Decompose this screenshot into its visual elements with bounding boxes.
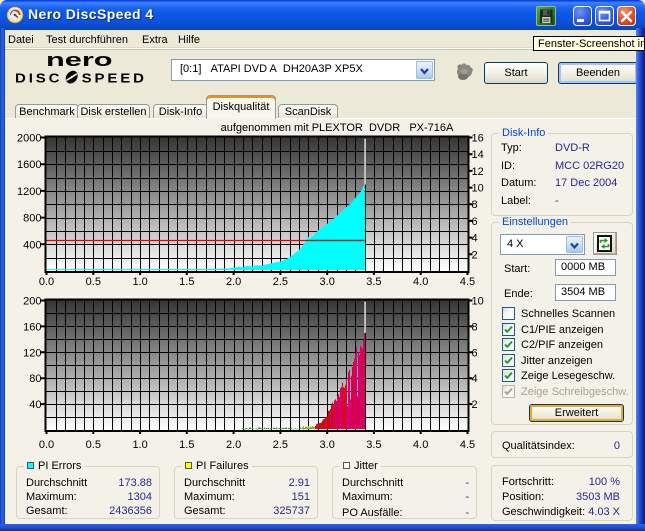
- svg-text:120: 120: [23, 347, 41, 359]
- svg-text:4.5: 4.5: [460, 439, 475, 451]
- svg-text:800: 800: [23, 213, 41, 225]
- svg-text:2000: 2000: [17, 133, 41, 145]
- svg-text:3.0: 3.0: [320, 276, 335, 288]
- svg-text:3.5: 3.5: [366, 276, 381, 288]
- svg-text:40: 40: [29, 399, 41, 411]
- svg-text:200: 200: [23, 296, 41, 308]
- svg-text:160: 160: [23, 321, 41, 333]
- svg-text:10: 10: [472, 296, 484, 308]
- svg-text:1.5: 1.5: [179, 439, 194, 451]
- svg-text:10: 10: [472, 183, 484, 195]
- svg-text:1.0: 1.0: [132, 439, 147, 451]
- svg-text:0.5: 0.5: [86, 276, 101, 288]
- svg-text:14: 14: [472, 149, 484, 161]
- svg-text:0.0: 0.0: [39, 439, 54, 451]
- svg-text:400: 400: [23, 239, 41, 251]
- svg-text:0.0: 0.0: [39, 276, 54, 288]
- svg-text:3.5: 3.5: [366, 439, 381, 451]
- svg-text:2.0: 2.0: [226, 439, 241, 451]
- svg-text:2.5: 2.5: [273, 276, 288, 288]
- svg-text:3.0: 3.0: [320, 439, 335, 451]
- svg-text:80: 80: [29, 373, 41, 385]
- svg-text:4.0: 4.0: [413, 439, 428, 451]
- svg-text:1.5: 1.5: [179, 276, 194, 288]
- svg-text:16: 16: [472, 133, 484, 145]
- svg-text:4.0: 4.0: [413, 276, 428, 288]
- svg-text:12: 12: [472, 166, 484, 178]
- svg-text:0.5: 0.5: [86, 439, 101, 451]
- svg-text:1.0: 1.0: [132, 276, 147, 288]
- svg-text:2.0: 2.0: [226, 276, 241, 288]
- svg-text:1600: 1600: [17, 159, 41, 171]
- svg-text:1200: 1200: [17, 186, 41, 198]
- svg-text:4.5: 4.5: [460, 276, 475, 288]
- svg-text:aufgenommen mit PLEXTOR DVDR: aufgenommen mit PLEXTOR DVDR PX-716A: [221, 122, 454, 134]
- svg-text:2.5: 2.5: [273, 439, 288, 451]
